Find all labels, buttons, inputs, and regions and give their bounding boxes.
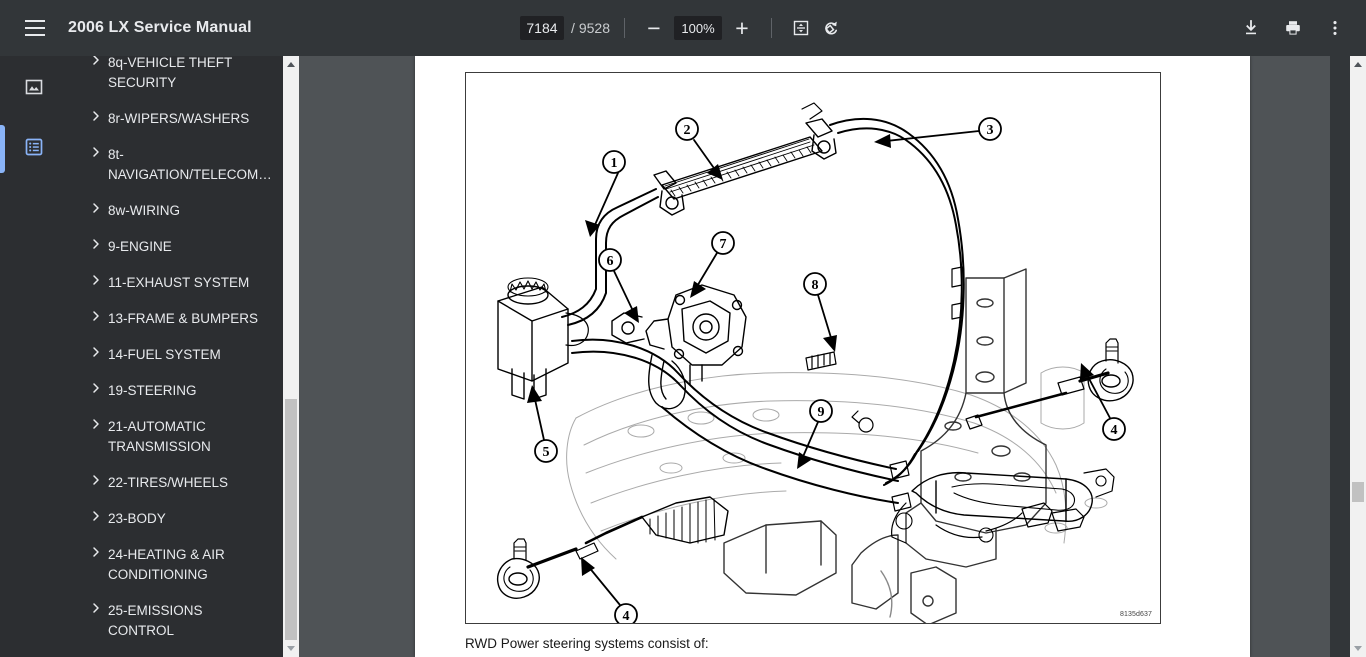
outline-item[interactable]: 21-AUTOMATIC TRANSMISSION	[68, 409, 283, 465]
chevron-right-icon[interactable]	[90, 474, 108, 486]
toolbar-divider-2	[771, 18, 773, 38]
outline-item[interactable]: 24-HEATING & AIR CONDITIONING	[68, 537, 283, 593]
document-viewer[interactable]: 1 2 3 4 4 5 6 7 8 9 8135d637 RWD Power s…	[299, 56, 1330, 657]
outline-item-label: 23-BODY	[108, 511, 166, 526]
figure-caption: RWD Power steering systems consist of:	[465, 636, 709, 651]
outline-item[interactable]: 8w-WIRING	[68, 193, 283, 229]
figure-id-label: 8135d637	[1120, 611, 1152, 618]
zoom-in-button[interactable]: +	[727, 13, 757, 43]
svg-text:4: 4	[623, 609, 630, 624]
svg-text:8: 8	[812, 278, 819, 293]
page-number-input[interactable]	[519, 16, 564, 40]
svg-text:7: 7	[720, 237, 727, 252]
outline-item-list: 8q-VEHICLE THEFT SECURITY 8r-WIPERS/WASHE…	[68, 56, 283, 657]
toolbar-left-group: 2006 LX Service Manual	[0, 11, 252, 45]
outline-item[interactable]: 23-BODY	[68, 501, 283, 537]
outline-item-label: 8r-WIPERS/WASHERS	[108, 111, 250, 126]
toolbar-divider-1	[624, 18, 626, 38]
outline-item[interactable]: 19-STEERING	[68, 373, 283, 409]
document-scroll-down-arrow-icon[interactable]	[1350, 640, 1366, 657]
figure-frame: 1 2 3 4 4 5 6 7 8 9 8135d637	[465, 72, 1161, 624]
svg-text:3: 3	[987, 123, 994, 138]
outline-item-label: 14-FUEL SYSTEM	[108, 347, 221, 362]
sidebar-scrollbar-thumb[interactable]	[285, 399, 297, 640]
svg-text:6: 6	[607, 254, 614, 269]
top-toolbar: 2006 LX Service Manual / 9528 − 100% +	[0, 0, 1366, 56]
power-steering-diagram: 1 2 3 4 4 5 6 7 8 9	[496, 102, 1134, 624]
outline-item[interactable]: 22-TIRES/WHEELS	[68, 465, 283, 501]
chevron-right-icon[interactable]	[90, 202, 108, 214]
outline-item-label: 13-FRAME & BUMPERS	[108, 311, 259, 326]
outline-item[interactable]: INDEX	[68, 649, 283, 657]
outline-item-label: 11-EXHAUST SYSTEM	[108, 275, 250, 290]
outline-item-label: 8q-VEHICLE THEFT SECURITY	[108, 56, 233, 90]
outline-item-label: 8t-NAVIGATION/TELECOM…	[108, 147, 272, 182]
zoom-out-button[interactable]: −	[639, 13, 669, 43]
outline-item[interactable]: 8r-WIPERS/WASHERS	[68, 101, 283, 137]
sidebar-scroll-up-arrow-icon[interactable]	[283, 56, 299, 73]
document-title: 2006 LX Service Manual	[68, 19, 252, 36]
chevron-right-icon[interactable]	[90, 310, 108, 322]
sidebar-scroll-down-arrow-icon[interactable]	[283, 640, 299, 657]
pdf-viewer-app: 2006 LX Service Manual / 9528 − 100% +	[0, 0, 1366, 657]
chevron-right-icon[interactable]	[90, 382, 108, 394]
document-scrollbar-thumb[interactable]	[1352, 482, 1364, 502]
thumbnail-view-icon[interactable]	[17, 70, 51, 104]
outline-item[interactable]: 8q-VEHICLE THEFT SECURITY	[68, 56, 283, 101]
outline-item[interactable]: 11-EXHAUST SYSTEM	[68, 265, 283, 301]
outline-item-label: 19-STEERING	[108, 383, 197, 398]
outline-item-label: 25-EMISSIONS CONTROL	[108, 603, 203, 638]
pdf-page: 1 2 3 4 4 5 6 7 8 9 8135d637 RWD Power s…	[415, 56, 1250, 657]
document-scroll-up-arrow-icon[interactable]	[1350, 56, 1366, 73]
more-options-icon[interactable]	[1320, 13, 1350, 43]
chevron-right-icon[interactable]	[90, 110, 108, 122]
outline-item-label: 9-ENGINE	[108, 239, 172, 254]
chevron-right-icon[interactable]	[90, 510, 108, 522]
svg-text:2: 2	[684, 123, 691, 138]
left-rail	[0, 56, 68, 657]
sidebar-scrollbar[interactable]	[283, 56, 299, 657]
chevron-right-icon[interactable]	[90, 346, 108, 358]
chevron-right-icon[interactable]	[90, 56, 108, 66]
outline-item[interactable]: 13-FRAME & BUMPERS	[68, 301, 283, 337]
chevron-right-icon[interactable]	[90, 418, 108, 430]
active-view-indicator	[0, 125, 5, 173]
page-total-count: 9528	[578, 20, 611, 36]
chevron-right-icon[interactable]	[90, 602, 108, 614]
chevron-right-icon[interactable]	[90, 546, 108, 558]
outline-item-label: 24-HEATING & AIR CONDITIONING	[108, 547, 225, 582]
hamburger-menu-icon[interactable]	[18, 11, 52, 45]
document-outline-icon[interactable]	[17, 130, 51, 164]
outline-item[interactable]: 25-EMISSIONS CONTROL	[68, 593, 283, 649]
svg-text:4: 4	[1111, 423, 1118, 438]
outline-item[interactable]: 8t-NAVIGATION/TELECOM…	[68, 137, 283, 193]
document-scrollbar[interactable]	[1350, 56, 1366, 657]
outline-item-label: 21-AUTOMATIC TRANSMISSION	[108, 419, 211, 454]
rotate-counterclockwise-icon[interactable]	[816, 13, 846, 43]
svg-text:1: 1	[611, 156, 618, 171]
chevron-right-icon[interactable]	[90, 274, 108, 286]
toolbar-right-group	[1236, 0, 1350, 56]
chevron-right-icon[interactable]	[90, 146, 108, 158]
print-icon[interactable]	[1278, 13, 1308, 43]
outline-item[interactable]: 9-ENGINE	[68, 229, 283, 265]
page-separator: /	[570, 20, 575, 36]
chevron-right-icon[interactable]	[90, 238, 108, 250]
svg-text:9: 9	[818, 405, 825, 420]
outline-item[interactable]: 14-FUEL SYSTEM	[68, 337, 283, 373]
svg-text:5: 5	[543, 445, 550, 460]
outline-sidebar: 8q-VEHICLE THEFT SECURITY 8r-WIPERS/WASHE…	[68, 56, 283, 657]
download-icon[interactable]	[1236, 13, 1266, 43]
outline-item-label: 22-TIRES/WHEELS	[108, 475, 229, 490]
fit-to-page-icon[interactable]	[786, 13, 816, 43]
zoom-level-value[interactable]: 100%	[674, 16, 723, 40]
outline-item-label: 8w-WIRING	[108, 203, 180, 218]
